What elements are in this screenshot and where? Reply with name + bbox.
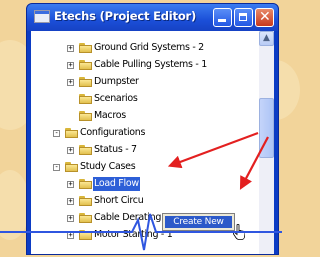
folder-icon [79,43,92,53]
folder-icon [65,162,78,172]
tree-item[interactable]: - Study Cases [41,160,241,174]
scroll-up-button[interactable]: ▲ [259,31,274,46]
tree-item-label: Load Flow [93,177,140,191]
collapse-icon[interactable]: - [53,164,60,171]
folder-icon [79,77,92,87]
tree-item[interactable]: + Dumpster [41,75,241,89]
tree-item[interactable]: + Status - 7 [41,143,241,157]
context-menu: Create New [162,213,235,231]
tree-item-label: Motor Starting - 1 [94,229,173,240]
minimize-icon [218,19,226,22]
expand-icon[interactable]: + [67,79,74,86]
expand-icon[interactable]: + [67,45,74,52]
close-button[interactable]: ✕ [255,8,274,27]
folder-icon [79,145,92,155]
tree-item-selected[interactable]: + Load Flow [41,177,241,191]
folder-icon [65,128,78,138]
tree-item[interactable]: Scenarios [41,92,241,106]
folder-icon [79,60,92,70]
tree-item[interactable]: + Cable Pulling Systems - 1 [41,58,241,72]
tree-item-label: Dumpster [94,76,139,87]
chevron-up-icon: ▲ [263,33,270,43]
tree-item[interactable]: + Short Circu [41,194,241,208]
expand-icon[interactable]: + [67,147,74,154]
scroll-thumb[interactable] [259,98,274,158]
maximize-icon [239,13,247,21]
expand-icon[interactable]: + [67,198,74,205]
expand-icon[interactable]: + [67,181,74,188]
tree-item-label: Scenarios [94,93,138,104]
tree-item-label: Cable Derating [94,212,162,223]
tree-item-label: Study Cases [80,161,136,172]
pointer-hand-icon [233,224,245,240]
vertical-scrollbar[interactable]: ▲ [259,31,274,254]
folder-icon [79,179,92,189]
folder-icon [79,213,92,223]
expand-icon[interactable]: + [67,62,74,69]
minimize-button[interactable] [213,8,232,27]
tree-item[interactable]: - Configurations [41,126,241,140]
folder-icon [79,111,92,121]
title-bar[interactable]: Etechs (Project Editor) ✕ [27,4,278,31]
window-title: Etechs (Project Editor) [54,9,197,23]
tree-item[interactable]: + Ground Grid Systems - 2 [41,41,241,55]
maximize-button[interactable] [234,8,253,27]
folder-icon [79,196,92,206]
close-icon: ✕ [259,9,271,25]
tree-item-label: Cable Pulling Systems - 1 [94,59,207,70]
tree-item-label: Configurations [80,127,146,138]
project-tree-panel: + Ground Grid Systems - 2 + Cable Pullin… [31,31,274,254]
tree-item-label: Status - 7 [94,144,137,155]
tree-item-label: Macros [94,110,126,121]
folder-icon [79,230,92,240]
expand-icon[interactable]: + [67,232,74,239]
project-editor-window: Etechs (Project Editor) ✕ + Ground Grid … [26,3,279,255]
collapse-icon[interactable]: - [53,130,60,137]
app-window-icon [34,10,50,23]
expand-icon[interactable]: + [67,215,74,222]
tree-item-label: Short Circu [94,195,144,206]
tree-item[interactable]: Macros [41,109,241,123]
folder-icon [79,94,92,104]
tree-item-label: Ground Grid Systems - 2 [94,42,204,53]
create-new-menu-item[interactable]: Create New [165,216,232,228]
